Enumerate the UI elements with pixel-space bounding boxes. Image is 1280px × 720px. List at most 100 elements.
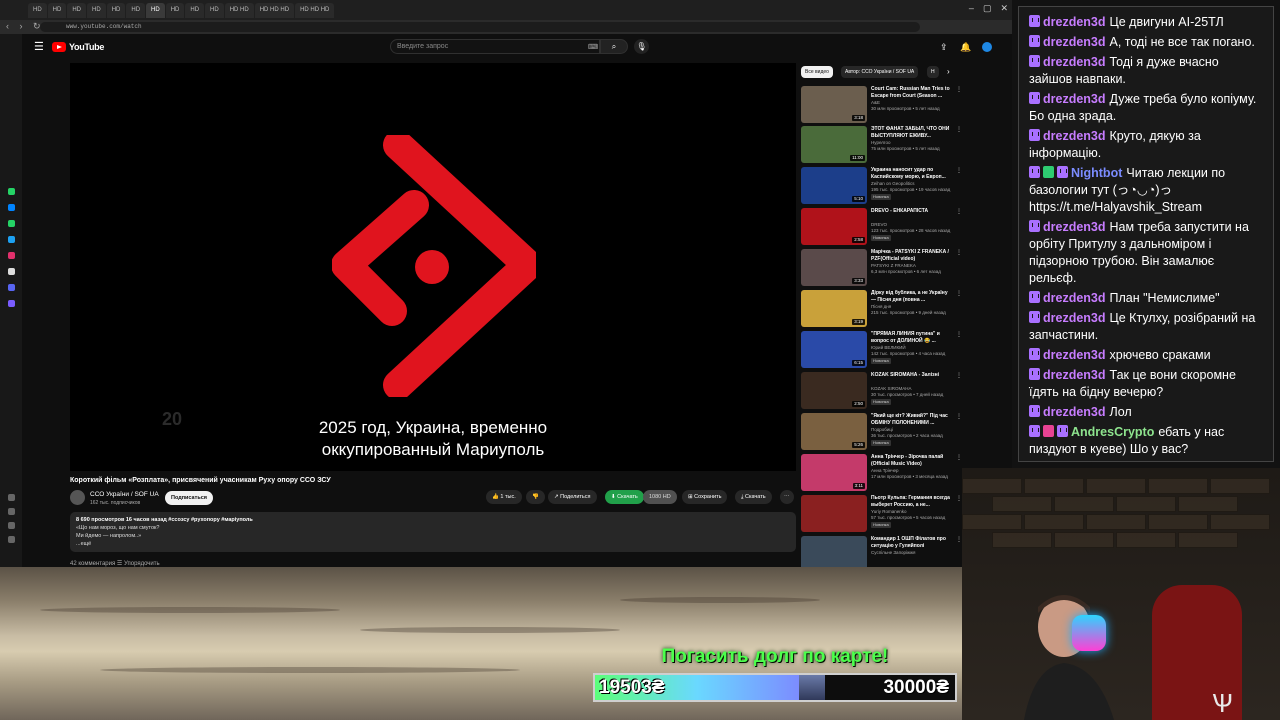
recommendation-channel[interactable]: Zeihan on Geopolitics [871,181,915,186]
maximize-icon[interactable]: ▢ [983,3,992,14]
kebab-menu-icon[interactable]: ⋮ [956,413,962,420]
recommendation-title[interactable]: Court Cam: Russian Man Tries to Escape f… [871,86,953,99]
kebab-menu-icon[interactable]: ⋮ [956,372,962,379]
recommendation-item[interactable]: 3:33 Марічка - PATSYKI Z FRANEKA / PZF(Of… [801,249,962,287]
browser-tab[interactable]: HD [67,2,87,18]
nav-arrows-icon[interactable]: ‹ › ↻ [6,21,45,32]
browser-tab[interactable]: HD [205,2,224,18]
recommendation-item[interactable]: 3:18 Court Cam: Russian Man Tries to Esca… [801,86,962,124]
channel-name[interactable]: ССО України / SOF UA [90,491,159,498]
rail-download-icon[interactable] [8,508,15,515]
recommendation-channel[interactable]: Нурелгоо [871,140,890,145]
recommendation-title[interactable]: "ПРЯМАЯ ЛИНИЯ путина" и вопрос от ДОЛИНО… [871,331,953,344]
recommendation-thumbnail[interactable]: 3:19 [801,290,867,327]
channel-avatar[interactable] [70,490,85,505]
browser-tab[interactable]: HD [146,2,165,18]
whatsapp-icon[interactable] [8,188,15,195]
recommendation-title[interactable]: Пьотр Кульпа: Германия всегда выберет Ро… [871,495,953,508]
recommendation-title[interactable]: Командир 1 ОШП Філатов про ситуацію у Гу… [871,536,953,549]
browser-tab[interactable]: HD HD HD [295,2,335,18]
chat-username[interactable]: drezden3d [1043,348,1106,362]
chat-username[interactable]: drezden3d [1043,35,1106,49]
voice-search-button[interactable]: 🎙 [634,39,649,54]
recommendation-channel[interactable]: Пісня дня [871,304,891,309]
recommendation-thumbnail[interactable]: 2:58 [801,208,867,245]
like-button[interactable]: 👍 1 тыс. [486,490,522,504]
recommendation-title[interactable]: Дірку від бублика, а не Україну — Пісня … [871,290,953,303]
recommendation-thumbnail[interactable]: 3:18 [801,86,867,123]
chat-username[interactable]: drezden3d [1043,92,1106,106]
recommendation-title[interactable]: KOZAK SIROMAHA - Залізні [871,372,953,379]
more-actions-button[interactable]: ⋯ [780,490,794,504]
recommendation-title[interactable]: ЭТОТ ФАНАТ ЗАБЫЛ, ЧТО ОНИ ВЫСТУПЛЯЮТ ЕЖИ… [871,126,953,139]
recommendation-title[interactable]: "Який ще кіт? Живий?" Під час ОБМІНУ ПОЛ… [871,413,953,426]
recommendation-channel[interactable]: Суспільне Запоріжжя [871,550,915,555]
recommendation-thumbnail[interactable]: 11:00 [801,126,867,163]
rail-settings-icon[interactable] [8,522,15,529]
browser-tab[interactable]: HD [185,2,205,18]
chat-username[interactable]: drezden3d [1043,55,1106,69]
close-icon[interactable]: ✕ [1000,3,1008,14]
browser-tab[interactable]: HD [87,2,106,18]
chat-username[interactable]: drezden3d [1043,368,1106,382]
recommendation-title[interactable]: Анна Трінчер - Зірочка палай (Official M… [871,454,953,467]
chat-username[interactable]: drezden3d [1043,291,1106,305]
chip-more[interactable]: Н [927,66,939,78]
browser-tab[interactable]: HD [126,2,146,18]
clip-download-button[interactable]: ⤓ Скачать [735,490,772,504]
recommendation-item[interactable]: 2:58 DREVO - ЕНКАРАПІСТА DREVO 123 тыс. про… [801,208,962,246]
kebab-menu-icon[interactable]: ⋮ [956,454,962,461]
chat-username[interactable]: drezden3d [1043,405,1106,419]
recommendation-channel[interactable]: A&E [871,100,880,105]
recommendation-thumbnail[interactable]: 5:26 [801,413,867,450]
chat-username[interactable]: Nightbot [1071,166,1122,180]
recommendation-title[interactable]: Марічка - PATSYKI Z FRANEKA / PZF(Offici… [871,249,953,262]
kebab-menu-icon[interactable]: ⋮ [956,208,962,215]
description-more[interactable]: ...ещё [76,540,790,548]
recommendation-channel[interactable]: Юрий ВЕЛИКИЙ [871,345,906,350]
create-icon[interactable]: ⇪ [940,42,948,53]
share-button[interactable]: ↗ Поделиться [548,490,597,504]
video-player[interactable]: 20 2025 год, Украина, временно оккупиров… [70,63,796,471]
recommendation-thumbnail[interactable]: 3:33 [801,249,867,286]
recommendation-item[interactable]: 3:11 Анна Трінчер - Зірочка палай (Offici… [801,454,962,492]
quality-pill[interactable]: 1080 HD [643,490,677,504]
chat-username[interactable]: drezden3d [1043,15,1106,29]
recommendation-item[interactable]: 2:50 KOZAK SIROMAHA - Залізні KOZAK SIROMA… [801,372,962,410]
search-button[interactable]: ⌕ [600,39,628,54]
search-input[interactable]: Введите запрос [390,39,600,54]
recommendation-channel[interactable]: Анна Трінчер [871,468,899,473]
chat-username[interactable]: drezden3d [1043,129,1106,143]
browser-tab[interactable]: HD [28,2,47,18]
recommendation-title[interactable]: Украина наносит удар по Каспийскому морю… [871,167,953,180]
x-icon[interactable] [8,268,15,275]
browser-tab[interactable]: HD HD [224,2,254,18]
rail-more-icon[interactable] [8,536,15,543]
chevron-right-icon[interactable]: › [947,67,950,76]
discord-icon[interactable] [8,284,15,291]
chip-author[interactable]: Автор: ССО України / SOF UA [841,66,919,78]
telegram-icon[interactable] [8,236,15,243]
recommendation-thumbnail[interactable]: 6:15 [801,331,867,368]
rail-history-icon[interactable] [8,494,15,501]
minimize-icon[interactable]: – [969,3,974,14]
app-icon[interactable] [8,300,15,307]
recommendation-channel[interactable]: PATSYKI Z FRANEKA [871,263,916,268]
kebab-menu-icon[interactable]: ⋮ [956,249,962,256]
recommendation-title[interactable]: DREVO - ЕНКАРАПІСТА [871,208,953,215]
recommendation-thumbnail[interactable]: 2:50 [801,372,867,409]
save-button[interactable]: ⊞ Сохранить [682,490,728,504]
download-button[interactable]: ⬇ Скачать [605,490,644,504]
recommendation-channel[interactable]: DREVO [871,222,887,227]
recommendation-item[interactable]: 6:15 "ПРЯМАЯ ЛИНИЯ путина" и вопрос от ДО… [801,331,962,369]
chip-all[interactable]: Все видео [801,66,833,78]
recommendation-thumbnail[interactable]: 5:10 [801,167,867,204]
bell-icon[interactable]: 🔔 [960,42,971,53]
kebab-menu-icon[interactable]: ⋮ [956,86,962,93]
recommendation-channel[interactable]: Подробиці [871,427,893,432]
kebab-menu-icon[interactable]: ⋮ [956,167,962,174]
recommendation-item[interactable]: 5:10 Украина наносит удар по Каспийскому … [801,167,962,205]
recommendation-thumbnail[interactable] [801,495,867,532]
recommendation-channel[interactable]: KOZAK SIROMAHA [871,386,912,391]
video-description[interactable]: 8 690 просмотров 16 часов назад #ссозсу … [70,512,796,552]
